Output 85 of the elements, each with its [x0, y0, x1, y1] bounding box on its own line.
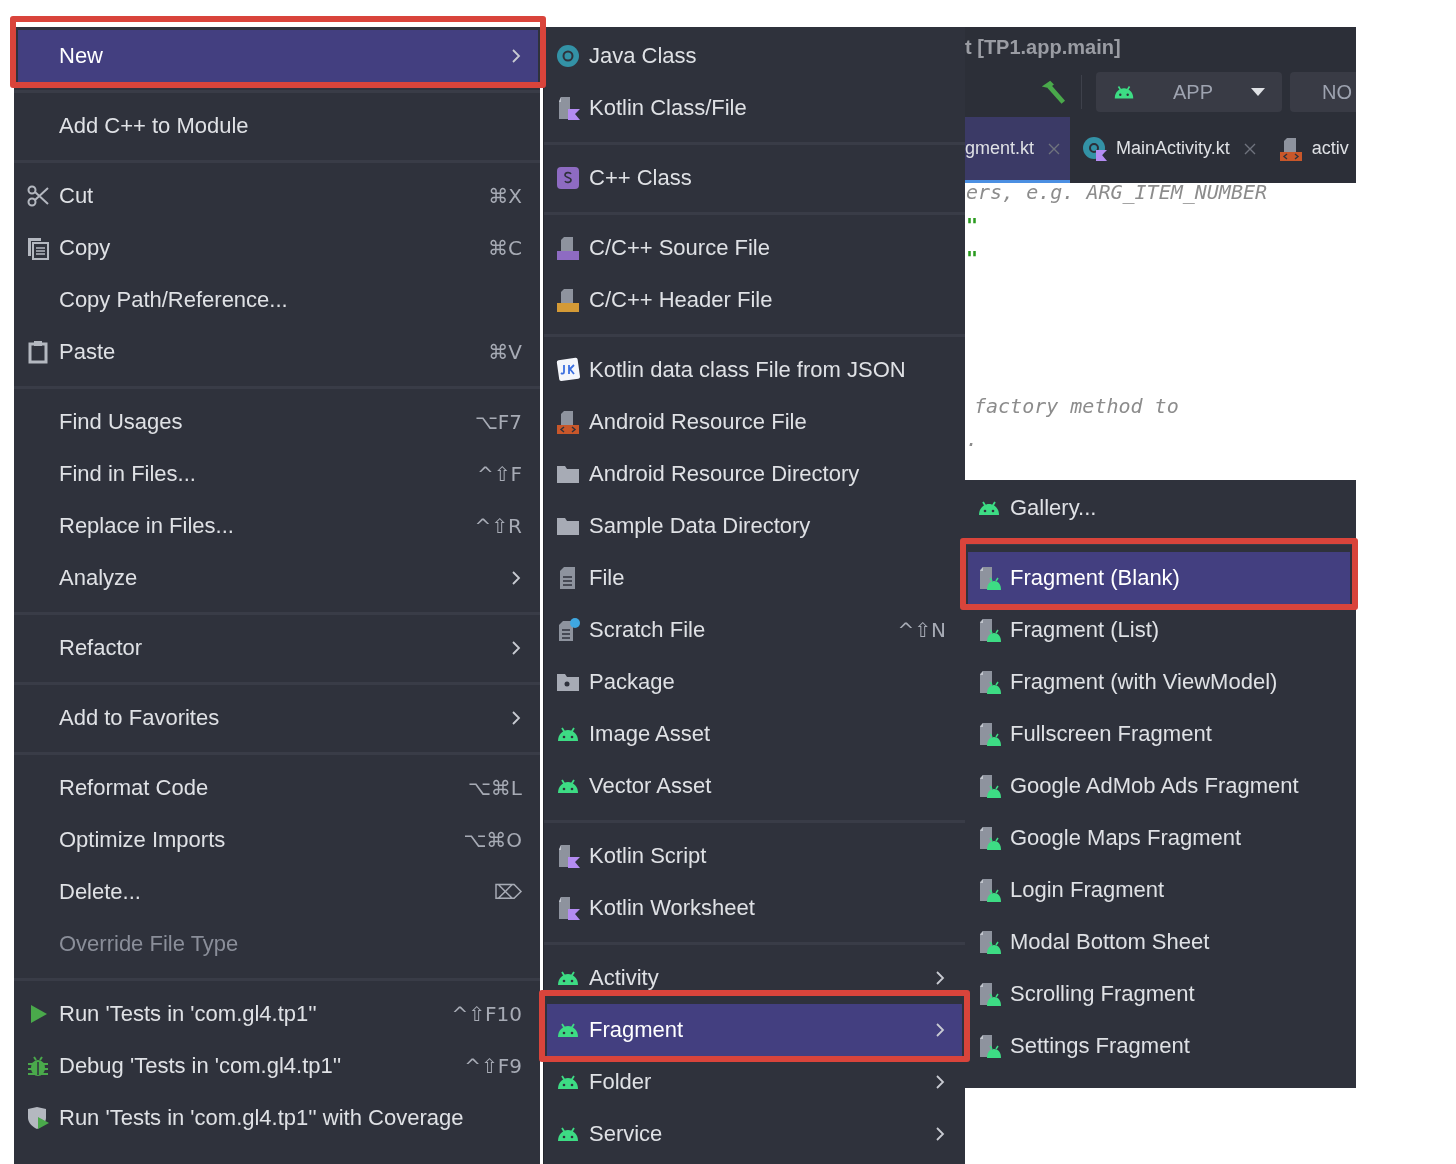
- class-icon: [555, 43, 581, 69]
- scissors-icon: [25, 183, 51, 209]
- code-line: factory method to: [974, 393, 1180, 420]
- menu-item[interactable]: Copy ⌘C: [18, 222, 538, 274]
- menu-item[interactable]: Run 'Tests in 'com.gl4.tp1'' with Coverage: [18, 1092, 538, 1144]
- keyboard-shortcut: ⌥⌘O: [463, 828, 522, 852]
- menu-item[interactable]: Add to Favorites: [18, 692, 538, 744]
- menu-item[interactable]: Find Usages ⌥F7: [18, 396, 538, 448]
- menu-item[interactable]: Reformat Code ⌥⌘L: [18, 762, 538, 814]
- menu-item[interactable]: Google AdMob Ads Fragment: [968, 760, 1350, 812]
- menu-item[interactable]: Google Maps Fragment: [968, 812, 1350, 864]
- menu-item[interactable]: Cut ⌘X: [18, 170, 538, 222]
- menu-item[interactable]: File: [547, 552, 962, 604]
- menu-item[interactable]: Delete... ⌦: [18, 866, 538, 918]
- header-file-icon: [555, 287, 581, 313]
- menu-item[interactable]: Sample Data Directory: [547, 500, 962, 552]
- close-icon[interactable]: [1243, 142, 1256, 155]
- keyboard-shortcut: ⌘V: [488, 340, 522, 364]
- menu-item[interactable]: Add C++ to Module: [18, 100, 538, 152]
- menu-item[interactable]: Fragment (with ViewModel): [968, 656, 1350, 708]
- menu-item[interactable]: Fragment (List): [968, 604, 1350, 656]
- menu-item[interactable]: Folder: [547, 1056, 962, 1108]
- editor-tab[interactable]: activ: [1265, 117, 1356, 183]
- source-file-icon: [555, 235, 581, 261]
- code-line: .: [966, 426, 980, 453]
- menu-item[interactable]: Android Resource File: [547, 396, 962, 448]
- class-icon: [555, 165, 581, 191]
- menu-item[interactable]: Copy Path/Reference...: [18, 274, 538, 326]
- menu-item[interactable]: Kotlin Script: [547, 830, 962, 882]
- keyboard-shortcut: ⌘C: [488, 236, 522, 260]
- window-title: t [TP1.app.main]: [965, 35, 1121, 59]
- menu-item[interactable]: Fragment (Blank): [968, 552, 1350, 604]
- menu-item[interactable]: Service: [547, 1108, 962, 1160]
- keyboard-shortcut: ^⇧R: [474, 514, 522, 538]
- keyboard-shortcut: ^⇧F: [476, 462, 522, 486]
- menu-item[interactable]: Modal Bottom Sheet: [968, 916, 1350, 968]
- menu-item[interactable]: Replace in Files... ^⇧R: [18, 500, 538, 552]
- keyboard-shortcut: ⌥⌘L: [467, 776, 522, 800]
- menu-item[interactable]: Paste ⌘V: [18, 326, 538, 378]
- menu-item[interactable]: Login Fragment: [968, 864, 1350, 916]
- menu-item[interactable]: Analyze: [18, 552, 538, 604]
- keyboard-shortcut: ^⇧N: [897, 618, 946, 642]
- menu-item[interactable]: Gallery...: [968, 482, 1350, 534]
- code-line: ": [966, 212, 980, 239]
- menu-item[interactable]: Scrolling Fragment: [968, 968, 1350, 1020]
- menu-item[interactable]: Debug 'Tests in 'com.gl4.tp1'' ^⇧F9: [18, 1040, 538, 1092]
- menu-item[interactable]: New: [18, 30, 538, 82]
- keyboard-shortcut: ⌘X: [488, 184, 522, 208]
- menu-item[interactable]: Vector Asset: [547, 760, 962, 812]
- resource-file-icon: [1277, 135, 1304, 162]
- menu-item[interactable]: Java Class: [547, 30, 962, 82]
- keyboard-shortcut: ^⇧F10: [451, 1002, 522, 1026]
- close-icon[interactable]: [1048, 142, 1061, 155]
- keyboard-shortcut: ⌦: [493, 880, 522, 904]
- menu-item[interactable]: Package: [547, 656, 962, 708]
- copy-icon: [25, 235, 51, 261]
- code-line: ": [966, 245, 980, 272]
- menu-item[interactable]: C++ Class: [547, 152, 962, 204]
- menu-item[interactable]: Refactor: [18, 622, 538, 674]
- resource-file-icon: [555, 409, 581, 435]
- menu-item[interactable]: Fragment: [547, 1004, 962, 1056]
- hammer-icon[interactable]: [1039, 78, 1067, 106]
- menu-item[interactable]: Run 'Tests in 'com.gl4.tp1'' ^⇧F10: [18, 988, 538, 1040]
- menu-item[interactable]: Image Asset: [547, 708, 962, 760]
- menu-item[interactable]: Kotlin data class File from JSON: [547, 344, 962, 396]
- menu-item[interactable]: Kotlin Class/File: [547, 82, 962, 134]
- device-selector[interactable]: NO: [1290, 72, 1356, 112]
- menu-item[interactable]: Fullscreen Fragment: [968, 708, 1350, 760]
- run-configuration-dropdown[interactable]: APP: [1096, 72, 1282, 112]
- menu-item[interactable]: Scratch File ^⇧N: [547, 604, 962, 656]
- menu-item[interactable]: Kotlin Worksheet: [547, 882, 962, 934]
- kotlin-class-icon: [1082, 135, 1109, 162]
- shield-icon: [25, 1105, 51, 1131]
- menu-item[interactable]: C/C++ Header File: [547, 274, 962, 326]
- menu-item[interactable]: C/C++ Source File: [547, 222, 962, 274]
- keyboard-shortcut: ⌥F7: [474, 410, 522, 434]
- editor-tab[interactable]: gment.kt: [965, 117, 1071, 183]
- menu-item[interactable]: Android Resource Directory: [547, 448, 962, 500]
- menu-item[interactable]: Find in Files... ^⇧F: [18, 448, 538, 500]
- menu-item[interactable]: Activity: [547, 952, 962, 1004]
- keyboard-shortcut: ^⇧F9: [464, 1054, 522, 1078]
- menu-item[interactable]: Settings Fragment: [968, 1020, 1350, 1072]
- caret-icon: [1250, 87, 1266, 97]
- json-file-icon: [555, 357, 581, 383]
- menu-item[interactable]: Optimize Imports ⌥⌘O: [18, 814, 538, 866]
